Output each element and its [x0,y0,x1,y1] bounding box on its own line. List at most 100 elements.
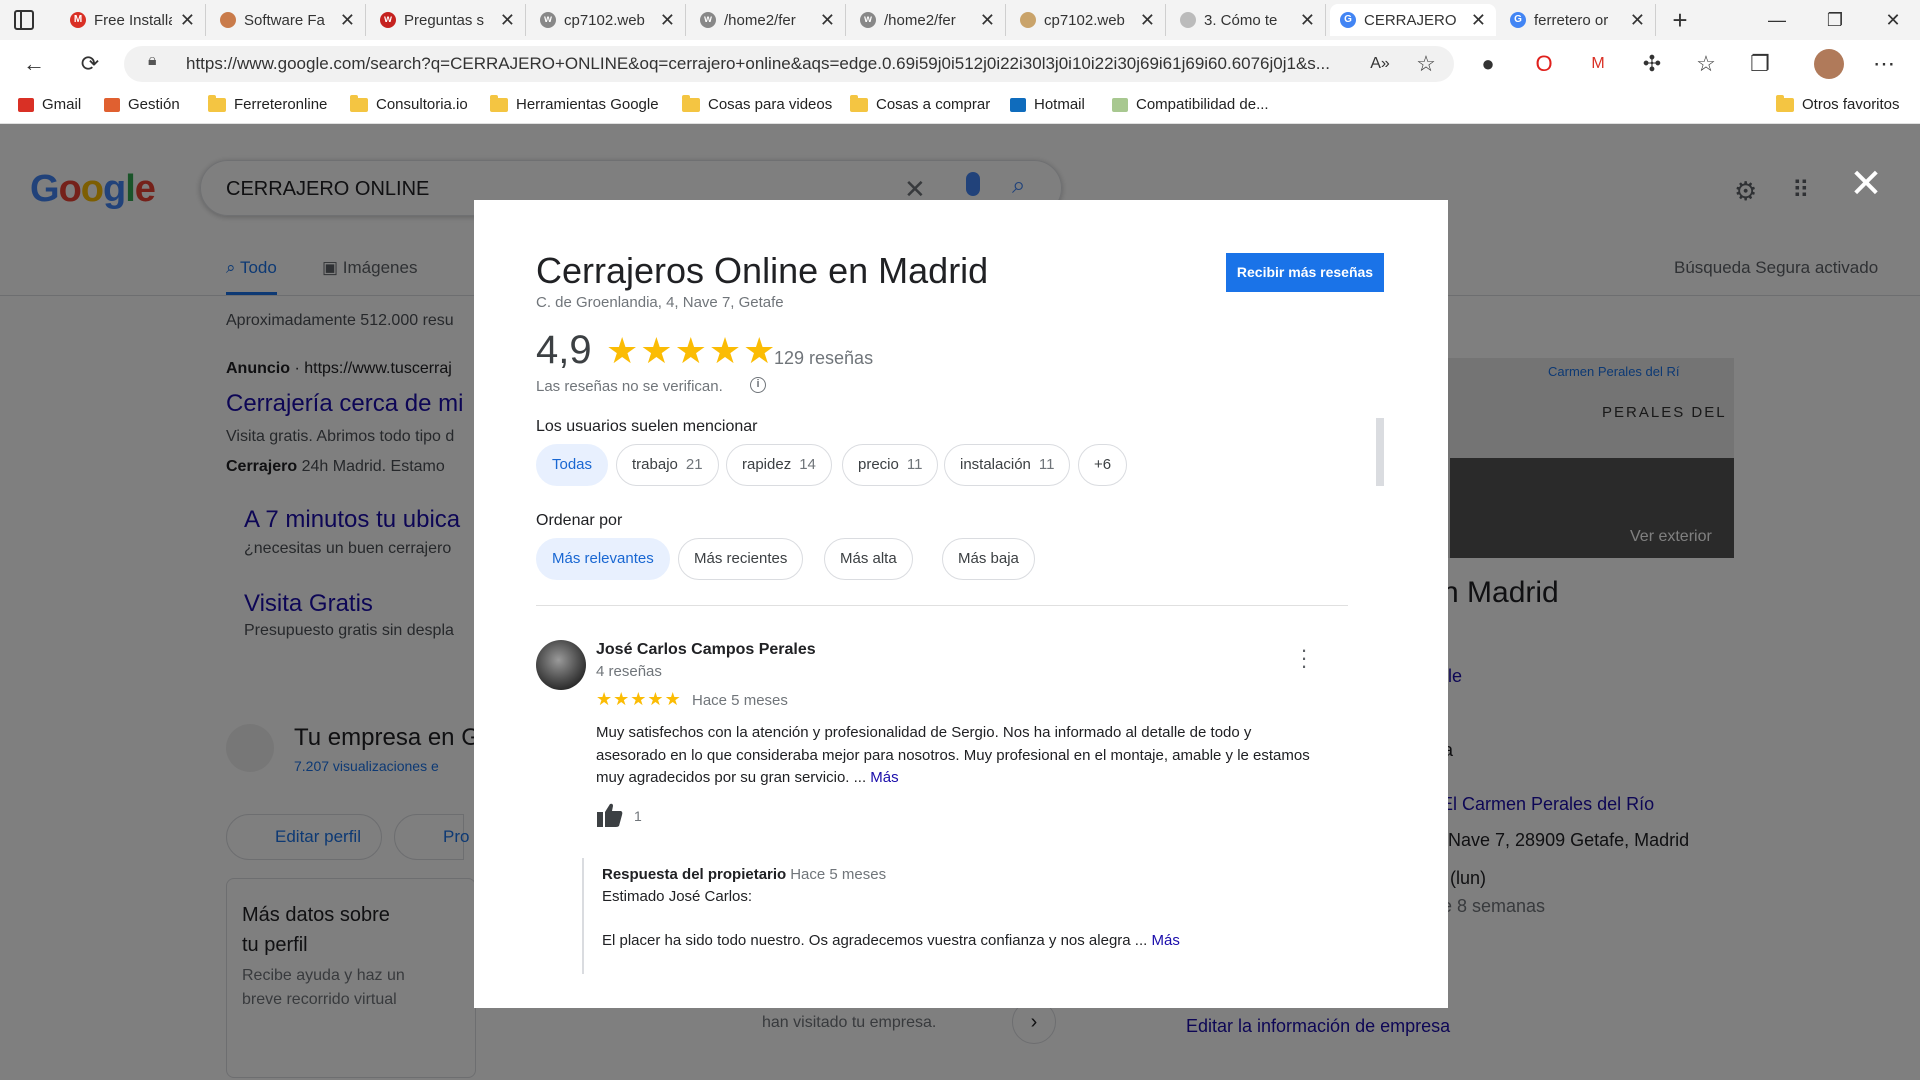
tab-close-icon[interactable]: ✕ [500,10,515,31]
w-grey-icon: w [860,12,876,28]
tab-1[interactable]: M Free Installa ✕ [60,4,206,36]
add-favorite-icon[interactable]: ☆ [1410,48,1442,80]
tab-9[interactable]: G CERRAJERO ✕ [1330,4,1496,36]
favorites-icon[interactable]: ☆ [1690,48,1722,80]
mention-chip-1[interactable]: Todas [536,444,609,486]
lock-icon[interactable]: 🔒︎ [148,52,157,70]
chip-label: Más alta [840,550,897,567]
folder-icon [1776,94,1794,112]
w-grey-icon: w [700,12,716,28]
close-icon[interactable]: ✕ [1848,164,1884,204]
mention-chip-3[interactable]: rapidez 14 [726,444,832,486]
folder-icon [208,94,226,112]
tab-close-icon[interactable]: ✕ [1300,10,1315,31]
star-icon: ★ [674,330,709,371]
tab-7[interactable]: cp7102.web ✕ [1010,4,1166,36]
business-address: C. de Groenlandia, 4, Nave 7, Getafe [536,294,784,311]
reload-icon[interactable]: ⟳ [74,48,106,80]
bookmarks-bar: Gmail Gestión Ferreteronline Consultoria.io… [0,88,1920,124]
tab-actions-icon[interactable] [14,10,34,30]
mention-chip-4[interactable]: precio 11 [842,444,939,486]
folder-icon [682,94,700,112]
tab-close-icon[interactable]: ✕ [820,10,835,31]
scrollbar-thumb[interactable] [1376,418,1384,486]
bookmark-2[interactable]: Gestión [104,96,180,113]
tab-title: Free Installa [94,11,172,29]
bookmark-4[interactable]: Consultoria.io [350,94,468,113]
review-more-link[interactable]: Más [870,769,898,786]
tab-title: CERRAJERO [1364,11,1457,29]
reply-border [582,858,584,974]
more-options-icon[interactable]: · · · [1294,639,1314,677]
tab-strip: M Free Installa ✕ Software Fa ✕ w Preguntas s ✕… [0,0,1920,40]
tab-close-icon[interactable]: ✕ [180,10,195,31]
restore-button[interactable]: ❐ [1806,0,1864,40]
star-icon: ★ [743,330,778,371]
tab-close-icon[interactable]: ✕ [1140,10,1155,31]
tab-5[interactable]: w/home2/fer ✕ [690,4,846,36]
bookmark-6[interactable]: Cosas para videos [682,94,832,113]
like-count: 1 [634,808,642,824]
tab-close-icon[interactable]: ✕ [1471,10,1486,31]
folder-icon [850,94,868,112]
other-favorites[interactable]: Otros favoritos [1776,94,1900,113]
bookmark-8[interactable]: Hotmail [1010,96,1085,113]
bookmark-1[interactable]: Gmail [18,96,81,113]
mention-chip-5[interactable]: instalación 11 [944,444,1071,486]
chip-count: 14 [799,456,816,473]
bookmark-3[interactable]: Ferreteronline [208,94,327,113]
gestion-icon [104,97,120,112]
tab-title: Preguntas s [404,11,485,29]
tab-10[interactable]: Gferretero or ✕ [1500,4,1656,36]
back-icon[interactable]: ← [18,48,50,80]
owner-reply-more-link[interactable]: Más [1151,932,1179,949]
tab-title: /home2/fer [884,11,956,29]
bookmark-5[interactable]: Herramientas Google [490,94,659,113]
chip-label: Más relevantes [552,550,654,567]
url-text[interactable]: https://www.google.com/search?q=CERRAJER… [186,54,1356,74]
tab-close-icon[interactable]: ✕ [980,10,995,31]
tab-close-icon[interactable]: ✕ [660,10,675,31]
tab-2[interactable]: Software Fa ✕ [210,4,366,36]
collections-icon[interactable]: ❐ [1744,48,1776,80]
sort-chip-3[interactable]: Más alta [824,538,913,580]
google-icon: G [1340,12,1356,28]
window-close-button[interactable]: ✕ [1864,0,1920,40]
reviewer-review-count: 4 reseñas [596,663,662,680]
reviewer-avatar[interactable] [536,640,586,690]
tab-4[interactable]: w cp7102.web ✕ [530,4,686,36]
review-time: Hace 5 meses [692,692,788,709]
read-aloud-icon[interactable]: A» [1364,48,1396,80]
chip-label: Más baja [958,550,1019,567]
reviewer-name[interactable]: José Carlos Campos Perales [596,641,816,659]
more-menu-icon[interactable]: ⋯ [1868,48,1900,80]
tab-3[interactable]: w Preguntas s ✕ [370,4,526,36]
tab-close-icon[interactable]: ✕ [340,10,355,31]
bookmark-7[interactable]: Cosas a comprar [850,94,990,113]
minimize-button[interactable]: — [1748,0,1806,40]
tab-close-icon[interactable]: ✕ [1630,10,1645,31]
mention-chip-6[interactable]: +6 [1078,444,1128,486]
chip-count: 11 [1038,456,1055,473]
info-icon[interactable]: i [750,377,766,393]
bookmark-9[interactable]: Compatibilidad de... [1112,96,1269,113]
mention-chip-2[interactable]: trabajo 21 [616,444,719,486]
sort-chip-4[interactable]: Más baja [942,538,1035,580]
gmail-icon [18,97,34,112]
extensions-icon[interactable]: ✣ [1636,48,1668,80]
new-tab-button[interactable]: + [1664,4,1696,36]
tab-6[interactable]: w/home2/fer ✕ [850,4,1006,36]
chip-label: +6 [1094,456,1112,473]
tab-8[interactable]: 3. Cómo te ✕ [1170,4,1326,36]
opera-extension-icon[interactable]: O [1528,48,1560,80]
owner-reply-label: Respuesta del propietario [602,866,787,883]
sort-chip-1[interactable]: Más relevantes [536,538,670,580]
chip-count: 11 [906,456,923,473]
extension-spy-icon[interactable]: ● [1472,48,1504,80]
thumbs-up-icon[interactable] [596,802,624,828]
profile-avatar[interactable] [1814,49,1844,79]
get-more-reviews-button[interactable]: Recibir más reseñas [1226,253,1384,292]
gmail-extension-icon[interactable]: M [1582,48,1614,80]
outlook-icon [1010,97,1026,112]
sort-chip-2[interactable]: Más recientes [678,538,804,580]
